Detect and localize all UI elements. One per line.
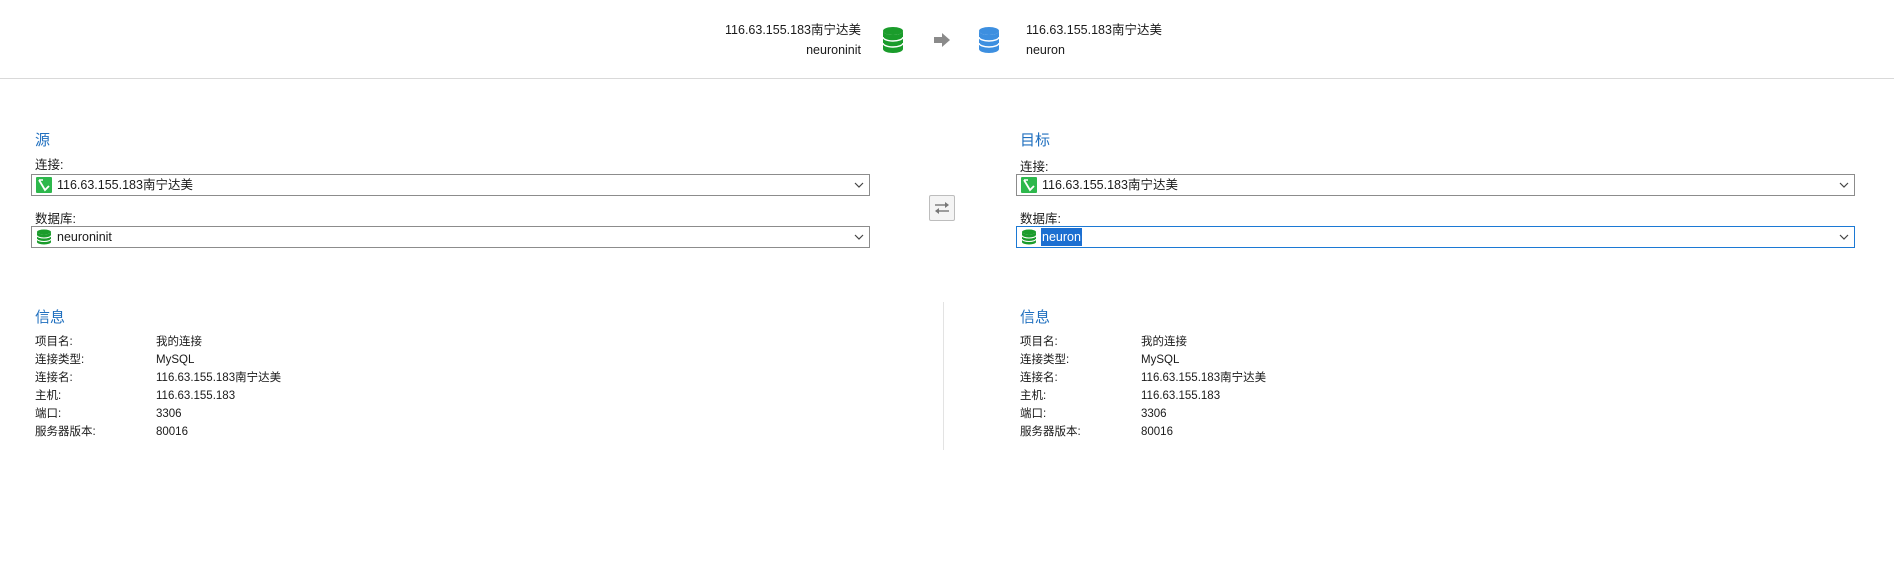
info-key: 端口: xyxy=(35,408,62,420)
target-title: 目标 xyxy=(1020,132,1051,149)
header-source-database: neuroninit xyxy=(806,43,861,57)
info-key: 连接类型: xyxy=(1020,354,1070,366)
info-key: 主机: xyxy=(35,390,62,402)
info-row: 服务器版本: 80016 xyxy=(1020,423,1620,441)
info-value: 116.63.155.183 xyxy=(156,390,236,402)
source-connection-label: 连接: xyxy=(35,158,64,172)
chevron-down-icon xyxy=(854,182,864,188)
target-info-list: 项目名: 我的连接连接类型: MySQL 连接名: 116.63.155.183南宁达美… xyxy=(1020,333,1620,443)
source-database-value: neuroninit xyxy=(57,230,112,244)
swap-button[interactable] xyxy=(929,195,955,221)
source-title: 源 xyxy=(35,132,51,149)
info-value: 116.63.155.183南宁达美 xyxy=(156,372,282,384)
source-connection-select[interactable]: 116.63.155.183南宁达美 xyxy=(31,174,870,196)
database-icon xyxy=(978,27,1000,53)
source-info-title: 信息 xyxy=(35,309,66,326)
header-target-connection: 116.63.155.183南宁达美 xyxy=(1026,23,1162,37)
info-row: 服务器版本: 80016 xyxy=(35,423,635,441)
info-key: 端口: xyxy=(1020,408,1047,420)
header-target-info: 116.63.155.183南宁达美 neuron xyxy=(1026,20,1162,60)
header-source-info: 116.63.155.183南宁达美 neuroninit xyxy=(725,20,861,60)
info-row: 主机: 116.63.155.183 xyxy=(1020,387,1620,405)
source-info-list: 项目名: 我的连接连接类型: MySQL 连接名: 116.63.155.183南宁达美… xyxy=(35,333,635,443)
info-row: 连接类型: MySQL xyxy=(1020,351,1620,369)
info-row: 项目名: 我的连接 xyxy=(1020,333,1620,351)
info-row: 连接类型: MySQL xyxy=(35,351,635,369)
info-row: 主机: 116.63.155.183 xyxy=(35,387,635,405)
info-value: 3306 xyxy=(1141,408,1167,420)
header-source-connection: 116.63.155.183南宁达美 xyxy=(725,23,861,37)
info-value: 80016 xyxy=(1141,426,1173,438)
info-row: 端口: 3306 xyxy=(35,405,635,423)
target-info-title: 信息 xyxy=(1020,309,1051,326)
arrow-right-icon xyxy=(934,33,950,47)
info-value: 116.63.155.183南宁达美 xyxy=(1141,372,1267,384)
source-database-select[interactable]: neuroninit xyxy=(31,226,870,248)
target-connection-label: 连接: xyxy=(1020,160,1049,174)
info-key: 项目名: xyxy=(35,336,73,348)
info-value: 我的连接 xyxy=(1141,336,1187,348)
target-database-label: 数据库: xyxy=(1020,212,1061,226)
info-key: 服务器版本: xyxy=(1020,426,1081,438)
info-value: 我的连接 xyxy=(156,336,202,348)
mysql-connection-icon xyxy=(1021,177,1037,193)
chevron-down-icon xyxy=(1839,234,1849,240)
swap-icon xyxy=(935,202,949,214)
info-row: 端口: 3306 xyxy=(1020,405,1620,423)
info-row: 连接名: 116.63.155.183南宁达美 xyxy=(1020,369,1620,387)
info-row: 连接名: 116.63.155.183南宁达美 xyxy=(35,369,635,387)
info-row: 项目名: 我的连接 xyxy=(35,333,635,351)
target-connection-value: 116.63.155.183南宁达美 xyxy=(1042,178,1178,192)
target-database-select[interactable]: neuron xyxy=(1016,226,1855,248)
info-divider xyxy=(943,302,944,450)
info-value: 80016 xyxy=(156,426,188,438)
chevron-down-icon xyxy=(1839,182,1849,188)
transfer-header: 116.63.155.183南宁达美 neuroninit 116.63.155… xyxy=(0,0,1894,79)
target-connection-select[interactable]: 116.63.155.183南宁达美 xyxy=(1016,174,1855,196)
target-database-value: neuron xyxy=(1041,228,1082,246)
info-value: 116.63.155.183 xyxy=(1141,390,1221,402)
chevron-down-icon xyxy=(854,234,864,240)
info-key: 连接类型: xyxy=(35,354,85,366)
source-database-label: 数据库: xyxy=(35,212,76,226)
info-value: MySQL xyxy=(156,354,195,366)
info-key: 连接名: xyxy=(1020,372,1058,384)
database-icon xyxy=(882,27,904,53)
info-value: 3306 xyxy=(156,408,182,420)
info-value: MySQL xyxy=(1141,354,1180,366)
info-key: 主机: xyxy=(1020,390,1047,402)
database-icon xyxy=(36,229,52,245)
info-key: 连接名: xyxy=(35,372,73,384)
info-key: 项目名: xyxy=(1020,336,1058,348)
mysql-connection-icon xyxy=(36,177,52,193)
database-icon xyxy=(1021,229,1037,245)
source-connection-value: 116.63.155.183南宁达美 xyxy=(57,178,193,192)
header-target-database: neuron xyxy=(1026,43,1065,57)
info-key: 服务器版本: xyxy=(35,426,96,438)
